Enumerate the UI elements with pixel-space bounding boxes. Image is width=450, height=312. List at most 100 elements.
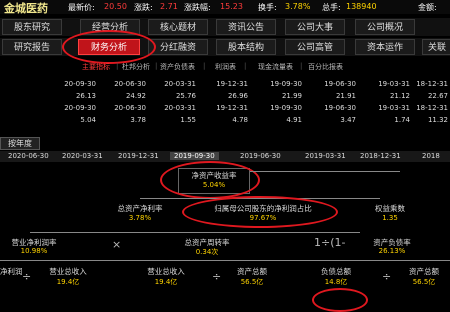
value-cell: 3.78 (130, 116, 146, 124)
roa-label: 总资产净利率 (117, 204, 163, 213)
tab-major-events[interactable]: 公司大事 (285, 19, 345, 35)
value-cell: 5.04 (80, 116, 96, 124)
tab-news[interactable]: 资讯公告 (216, 19, 276, 35)
subtab-dupont[interactable]: 杜邦分析 (122, 62, 150, 72)
date-cell: 19-12-31 (216, 80, 248, 88)
total-assets-value-2: 56.5亿 (412, 278, 436, 286)
roe-value: 5.04% (202, 181, 226, 189)
subtab-cash-flow[interactable]: 现金流量表 (258, 62, 293, 72)
period-option[interactable]: 2018 (422, 152, 440, 160)
value-cell: 1.74 (394, 116, 410, 124)
date-cell: 20-09-30 (64, 104, 96, 112)
date-cell: 19-06-30 (324, 104, 356, 112)
tab-dividend-financing[interactable]: 分红融资 (148, 39, 208, 55)
volume: 138940 (346, 2, 377, 11)
tab-shareholder-research[interactable]: 股东研究 (2, 19, 62, 35)
value-cell: 21.91 (335, 92, 356, 100)
tab-operation-analysis[interactable]: 经营分析 (80, 19, 140, 35)
tab-core-topics[interactable]: 核心题材 (148, 19, 208, 35)
roe-label: 净资产收益率 (191, 171, 237, 180)
value-cell: 26.13 (75, 92, 96, 100)
date-cell: 20-03-31 (164, 80, 196, 88)
period-option[interactable]: 2019-06-30 (240, 152, 281, 160)
multiply-operator: × (112, 238, 122, 251)
subtab-income-statement[interactable]: 利润表 (215, 62, 236, 72)
value-cell: 22.67 (427, 92, 448, 100)
volume-label: 总手: (322, 3, 341, 12)
nav-row-primary: 股东研究 经营分析 核心题材 资讯公告 公司大事 公司概况 (0, 18, 450, 36)
tab-related[interactable]: 关联 (422, 39, 450, 55)
date-cell: 19-09-30 (270, 104, 302, 112)
period-selector: 2020-06-30 2020-03-31 2019-12-31 2019-09… (0, 151, 450, 162)
period-option[interactable]: 2019-12-31 (118, 152, 159, 160)
period-option[interactable]: 2018-12-31 (360, 152, 401, 160)
value-cell: 21.12 (389, 92, 410, 100)
value-cell: 4.78 (232, 116, 248, 124)
value-cell: 4.91 (286, 116, 302, 124)
table-values-row-b: 5.04 3.78 1.55 4.78 4.91 3.47 1.74 11.32 (0, 116, 450, 126)
date-cell: 19-12-31 (216, 104, 248, 112)
date-cell: 19-06-30 (324, 80, 356, 88)
value-cell: 25.76 (175, 92, 196, 100)
change-pct-label: 涨跌幅: (184, 3, 211, 12)
total-liabilities-label: 负债总额 (321, 267, 351, 276)
date-cell: 20-09-30 (64, 80, 96, 88)
subtab-balance-sheet[interactable]: 资产负债表 (160, 62, 195, 72)
divide-operator: ÷ (212, 270, 222, 283)
latest-price: 20.50 (104, 2, 127, 11)
change-pct: 15.23 (220, 2, 243, 11)
stock-name: 金城医药 (4, 2, 48, 15)
value-cell: 11.32 (427, 116, 448, 124)
total-assets-label: 资产总额 (237, 267, 267, 276)
value-cell: 1.55 (180, 116, 196, 124)
change: 2.71 (160, 2, 178, 11)
divide-operator: ÷ (382, 270, 392, 283)
formula-text: 1÷(1- (314, 236, 346, 249)
date-cell: 19-03-31 (378, 80, 410, 88)
period-option-selected[interactable]: 2019-09-30 (170, 152, 219, 160)
date-cell: 19-03-31 (378, 104, 410, 112)
turnover-label: 换手: (258, 3, 277, 12)
value-cell: 26.96 (227, 92, 248, 100)
net-profit-label: 净利润 (0, 267, 23, 276)
date-cell: 19-09-30 (270, 80, 302, 88)
total-assets-label-2: 资产总额 (409, 267, 439, 276)
date-cell: 18-12-31 (416, 80, 448, 88)
table-dates-row-a: 20-09-30 20-06-30 20-03-31 19-12-31 19-0… (0, 80, 450, 90)
value-cell: 3.47 (340, 116, 356, 124)
table-values-row-a: 26.13 24.92 25.76 26.96 21.99 21.91 21.1… (0, 92, 450, 102)
parent-profit-ratio-value: 97.67% (249, 214, 277, 222)
nav-row-secondary: 研究报告 财务分析 分红融资 股本结构 公司高管 资本运作 关联 (0, 38, 450, 56)
tab-financial-analysis[interactable]: 财务分析 (78, 39, 140, 55)
value-cell: 21.99 (281, 92, 302, 100)
revenue-value-2: 19.4亿 (154, 278, 178, 286)
period-option[interactable]: 2020-03-31 (62, 152, 103, 160)
equity-multiplier-value: 1.35 (382, 214, 398, 222)
tab-research-reports[interactable]: 研究报告 (2, 39, 62, 55)
subtab-key-indicators[interactable]: 主要指标 (82, 62, 110, 72)
value-cell: 24.92 (125, 92, 146, 100)
tab-share-structure[interactable]: 股本结构 (216, 39, 276, 55)
total-assets-value: 56.5亿 (240, 278, 264, 286)
subtab-percent-report[interactable]: 百分比报表 (308, 62, 343, 72)
latest-price-label: 最新价: (68, 3, 95, 12)
by-year-button[interactable]: 按年度 (0, 137, 40, 150)
tab-company-overview[interactable]: 公司概况 (355, 19, 415, 35)
period-option[interactable]: 2020-06-30 (8, 152, 49, 160)
date-cell: 20-06-30 (114, 80, 146, 88)
turnover: 3.78% (285, 2, 311, 11)
quote-bar: 金城医药 最新价: 20.50 涨跌: 2.71 涨跌幅: 15.23 换手: … (0, 0, 450, 15)
equity-multiplier-label: 权益乘数 (375, 204, 405, 213)
table-dates-row-b: 20-09-30 20-06-30 20-03-31 19-12-31 19-0… (0, 104, 450, 114)
revenue-value: 19.4亿 (56, 278, 80, 286)
debt-ratio-value: 26.13% (378, 247, 406, 255)
parent-profit-ratio-label: 归属母公司股东的净利润占比 (214, 204, 312, 213)
divide-operator: ÷ (22, 270, 32, 283)
tab-capital-operation[interactable]: 资本运作 (355, 39, 415, 55)
revenue-label: 营业总收入 (49, 267, 87, 276)
revenue-label-2: 营业总收入 (147, 267, 185, 276)
tab-executives[interactable]: 公司高管 (285, 39, 345, 55)
roa-value: 3.78% (128, 214, 152, 222)
change-label: 涨跌: (134, 3, 153, 12)
period-option[interactable]: 2019-03-31 (305, 152, 346, 160)
